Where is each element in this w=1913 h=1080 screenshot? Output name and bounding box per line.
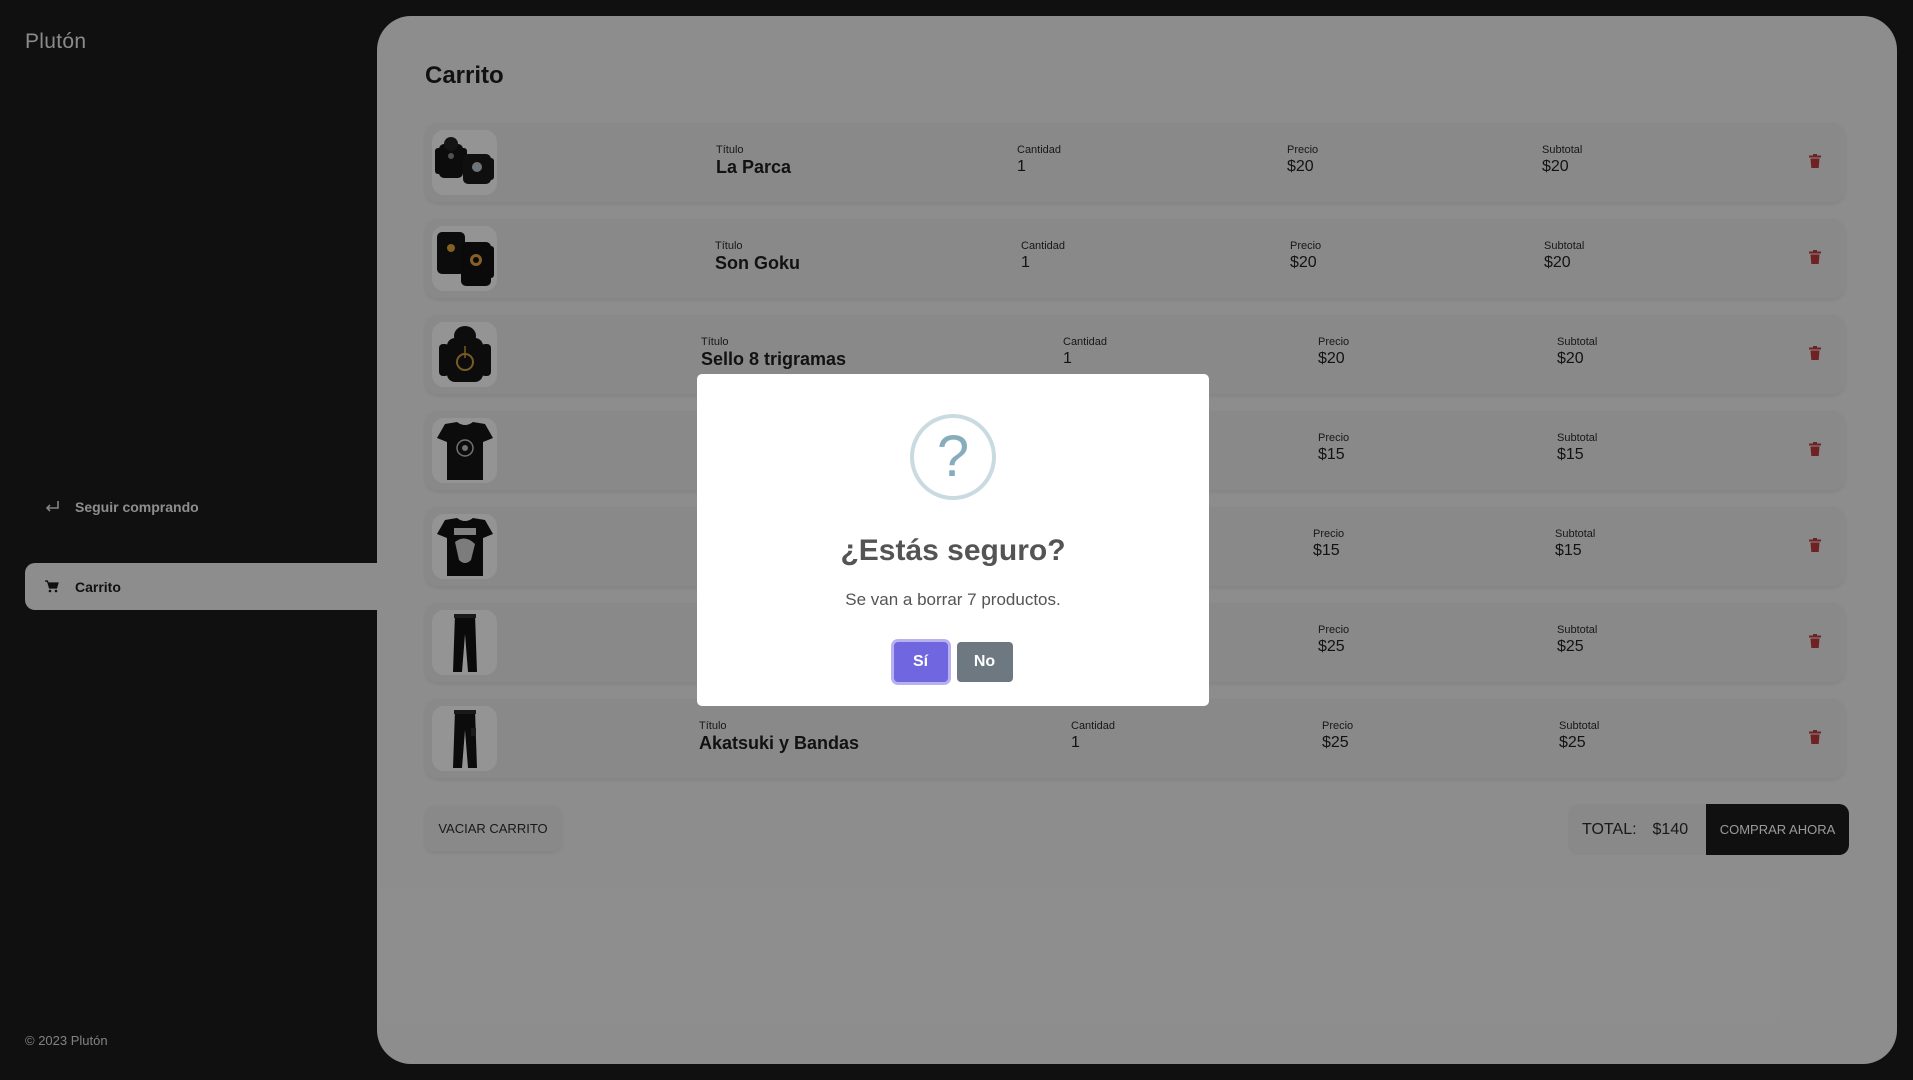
dialog-actions: Sí No [697,642,1209,682]
app: Plutón Seguir comprando Carrito © 2023 P… [0,0,1913,1080]
confirm-button[interactable]: Sí [893,642,948,682]
question-icon: ? [910,414,996,500]
confirm-dialog: ? ¿Estás seguro? Se van a borrar 7 produ… [697,374,1209,706]
cancel-button[interactable]: No [956,642,1013,682]
dialog-message: Se van a borrar 7 productos. [845,590,1061,609]
dialog-title: ¿Estás seguro? [840,534,1066,567]
